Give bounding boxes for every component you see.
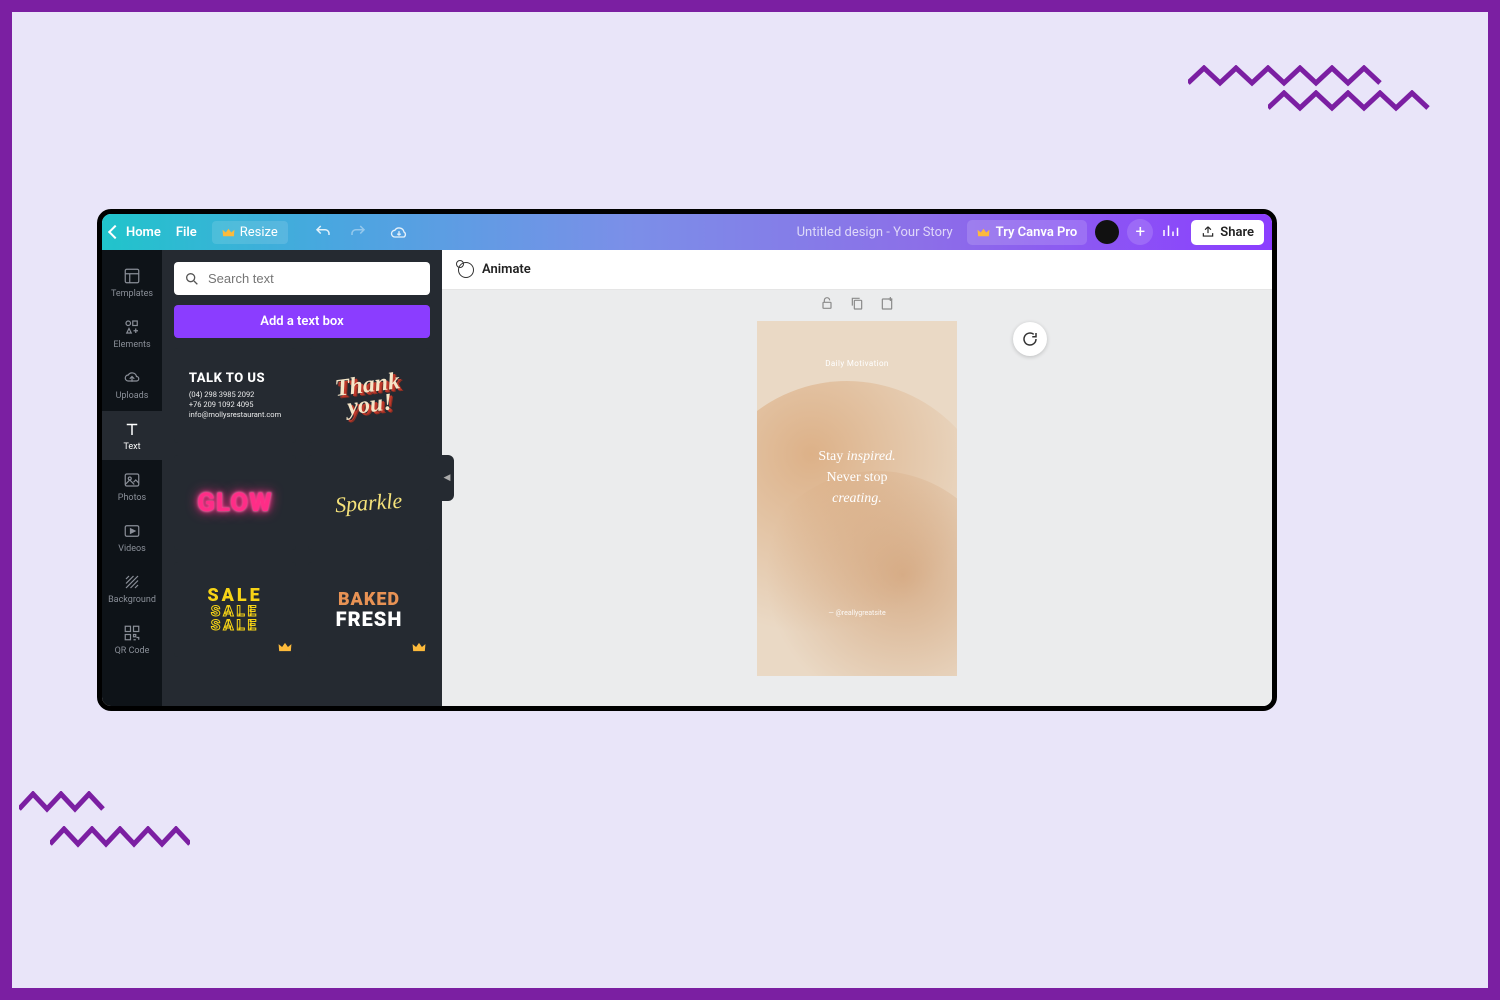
- share-icon: [1201, 225, 1215, 239]
- uploads-icon: [122, 368, 142, 388]
- template-text: Sparkle: [335, 487, 404, 518]
- rail-label: Uploads: [116, 391, 149, 401]
- try-pro-label: Try Canva Pro: [996, 225, 1078, 240]
- page-handle-text: — @reallygreatsite: [757, 609, 957, 617]
- decoration-zigzag: [19, 791, 109, 813]
- home-label: Home: [126, 225, 161, 240]
- template-heading: TALK TO US: [189, 371, 265, 386]
- lock-button[interactable]: [819, 295, 835, 311]
- template-line: SALE: [211, 616, 259, 634]
- text-template-sale[interactable]: SALE SALE SALE: [174, 562, 296, 657]
- videos-icon: [122, 521, 142, 541]
- decoration-zigzag: [50, 826, 190, 848]
- text-template-glow[interactable]: GLOW: [174, 455, 296, 550]
- decoration-zigzag: [1268, 90, 1438, 112]
- app-window: Home File Resize Untitled design - Your …: [97, 209, 1277, 711]
- search-input[interactable]: [208, 271, 420, 286]
- text-templates-grid: TALK TO US (04) 298 3985 2092 +76 209 10…: [174, 348, 430, 657]
- page-tools: [819, 295, 895, 311]
- avatar[interactable]: [1095, 220, 1119, 244]
- page-subtitle: Daily Motivation: [757, 359, 957, 368]
- add-page-button[interactable]: [879, 295, 895, 311]
- text-panel: Add a text box TALK TO US (04) 298 3985 …: [162, 250, 442, 706]
- context-toolbar: Animate: [442, 250, 1272, 290]
- rotate-button[interactable]: [1013, 322, 1047, 356]
- rail-photos[interactable]: Photos: [102, 462, 162, 511]
- animate-icon: [458, 262, 474, 278]
- rotate-icon: [1021, 330, 1039, 348]
- resize-button[interactable]: Resize: [212, 221, 288, 244]
- create-button[interactable]: +: [1127, 219, 1153, 245]
- rail-label: Photos: [118, 493, 146, 503]
- template-line: info@mollysrestaurant.com: [189, 410, 281, 420]
- rail-label: Videos: [118, 544, 146, 554]
- share-label: Share: [1220, 225, 1254, 240]
- template-line: (04) 298 3985 2092: [189, 390, 255, 400]
- rail-label: QR Code: [115, 646, 150, 656]
- template-line: +76 209 1092 4095: [189, 400, 254, 410]
- pro-badge-icon: [412, 641, 426, 653]
- qr-icon: [122, 623, 142, 643]
- topbar: Home File Resize Untitled design - Your …: [102, 214, 1272, 250]
- rail-label: Text: [123, 442, 140, 452]
- undo-button[interactable]: [313, 222, 333, 242]
- chevron-left-icon: [108, 225, 122, 239]
- rail-text[interactable]: Text: [102, 411, 162, 460]
- rail-label: Background: [108, 595, 156, 605]
- cloud-sync-icon[interactable]: [389, 222, 409, 242]
- template-line: you!: [337, 392, 404, 420]
- side-rail: Templates Elements Uploads Text Photos V…: [102, 250, 162, 706]
- search-input-wrapper[interactable]: [174, 262, 430, 295]
- elements-icon: [122, 317, 142, 337]
- template-text: GLOW: [197, 488, 273, 518]
- search-icon: [184, 271, 200, 287]
- background-icon: [122, 572, 142, 592]
- animate-button[interactable]: Animate: [482, 262, 531, 277]
- text-template-talk[interactable]: TALK TO US (04) 298 3985 2092 +76 209 10…: [174, 348, 296, 443]
- design-title[interactable]: Untitled design - Your Story: [797, 225, 953, 240]
- rail-uploads[interactable]: Uploads: [102, 360, 162, 409]
- rail-templates[interactable]: Templates: [102, 258, 162, 307]
- text-template-sparkle[interactable]: Sparkle: [308, 455, 430, 550]
- add-text-button[interactable]: Add a text box: [174, 305, 430, 338]
- templates-icon: [122, 266, 142, 286]
- try-pro-button[interactable]: Try Canva Pro: [967, 220, 1088, 245]
- file-menu[interactable]: File: [176, 225, 197, 240]
- text-template-thankyou[interactable]: Thank you!: [308, 348, 430, 443]
- rail-label: Elements: [113, 340, 150, 350]
- canvas-area: Animate Daily Motivation Stay inspired. …: [442, 250, 1272, 706]
- insights-button[interactable]: [1161, 221, 1183, 243]
- template-line: FRESH: [336, 607, 403, 631]
- design-page[interactable]: Daily Motivation Stay inspired. Never st…: [757, 321, 957, 676]
- photos-icon: [122, 470, 142, 490]
- stage[interactable]: Daily Motivation Stay inspired. Never st…: [442, 290, 1272, 706]
- rail-videos[interactable]: Videos: [102, 513, 162, 562]
- duplicate-button[interactable]: [849, 295, 865, 311]
- rail-label: Templates: [111, 289, 153, 299]
- text-template-baked[interactable]: BAKED FRESH: [308, 562, 430, 657]
- redo-button[interactable]: [348, 222, 368, 242]
- resize-label: Resize: [240, 225, 278, 240]
- rail-background[interactable]: Background: [102, 564, 162, 613]
- rail-elements[interactable]: Elements: [102, 309, 162, 358]
- pro-badge-icon: [278, 641, 292, 653]
- decoration-zigzag: [1188, 65, 1388, 87]
- crown-icon: [222, 227, 235, 238]
- text-icon: [122, 419, 142, 439]
- page-body-text: Stay inspired. Never stop creating.: [757, 446, 957, 509]
- home-button[interactable]: Home: [110, 225, 161, 240]
- share-button[interactable]: Share: [1191, 220, 1264, 245]
- rail-qr[interactable]: QR Code: [102, 615, 162, 664]
- crown-icon: [977, 227, 990, 238]
